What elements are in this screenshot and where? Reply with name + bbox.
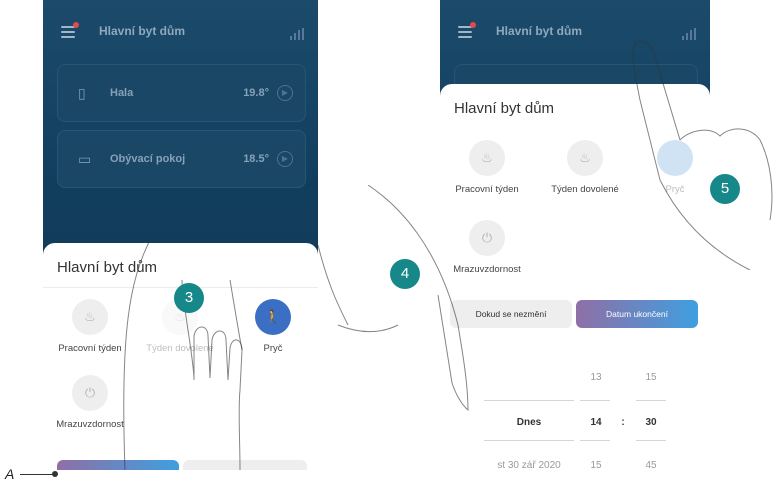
picker-divider [580,400,610,401]
door-icon: ▯ [78,85,86,101]
picker-day[interactable]: Dnes [484,417,574,428]
room-name: Obývací pokoj [110,153,186,165]
picker-minute[interactable]: 30 [640,417,662,428]
picker-separator: : [621,417,625,428]
room-temperature: 19.8° [243,87,269,99]
picker-divider [484,400,574,401]
step-badge: 4 [390,259,420,289]
app-title: Hlavní byt dům [496,24,583,38]
picker-hour[interactable]: 13 [585,372,607,383]
sheet-title: Hlavní byt dům [454,100,555,117]
top-bar: Hlavní byt dům [43,0,318,56]
picker-minute[interactable]: 15 [640,372,662,383]
pointing-hand-illustration [632,40,773,270]
room-card-obyvaci-pokoj[interactable]: ▭ Obývací pokoj 18.5° ▶ [57,130,306,188]
menu-icon[interactable] [458,22,476,38]
picker-hour[interactable]: 14 [585,417,607,428]
picker-divider [484,440,574,441]
flame-icon: ♨ [469,140,505,176]
picker-divider [636,400,666,401]
callout-label: A [5,466,15,482]
room-name: Hala [110,87,134,99]
chevron-right-icon[interactable]: ▶ [277,85,293,101]
callout-dot [52,471,58,477]
room-temperature: 18.5° [243,153,269,165]
step-badge: 3 [174,283,204,313]
pointing-hand-illustration [123,240,243,470]
signal-icon [290,28,304,40]
picker-hour[interactable]: 15 [585,460,607,470]
picker-day[interactable]: st 30 zář 2020 [474,460,584,470]
pointing-hand-illustration [318,185,469,412]
room-card-hala[interactable]: ▯ Hala 19.8° ▶ [57,64,306,122]
menu-icon[interactable] [61,22,79,38]
app-title: Hlavní byt dům [99,24,186,38]
chevron-right-icon[interactable]: ▶ [277,151,293,167]
end-date-button[interactable]: Datum ukončení [576,300,698,328]
flame-icon: ♨ [567,140,603,176]
picker-minute[interactable]: 45 [640,460,662,470]
picker-divider [580,440,610,441]
picker-divider [636,440,666,441]
callout-line [20,474,54,475]
sofa-icon: ▭ [78,151,92,167]
step-badge: 5 [710,174,740,204]
